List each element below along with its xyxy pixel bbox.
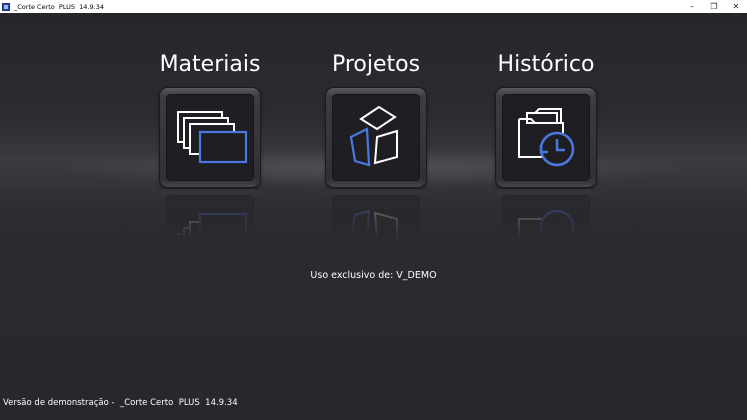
tile-title-projetos[interactable]: Projetos xyxy=(316,52,436,77)
materiais-button[interactable] xyxy=(160,88,260,187)
tile-title-materiais[interactable]: Materiais xyxy=(150,52,270,77)
app-icon xyxy=(2,2,10,11)
stacked-sheets-icon xyxy=(177,110,248,163)
minimize-button[interactable]: – xyxy=(681,0,703,13)
tile-title-historico[interactable]: Histórico xyxy=(486,52,606,77)
window-title: _Corte Certo PLUS 14.9.34 xyxy=(14,2,104,11)
materiais-reflection xyxy=(160,189,260,239)
projetos-icon-frame xyxy=(332,94,420,181)
materiais-icon-frame xyxy=(166,94,254,181)
historico-icon-frame xyxy=(502,94,590,181)
historico-button[interactable] xyxy=(496,88,596,187)
window-controls: – ❐ ✕ xyxy=(681,0,747,13)
historico-reflection xyxy=(496,189,596,239)
version-footer: Versão de demonstração - _Corte Certo PL… xyxy=(3,398,238,408)
main-area: Materiais Projetos Histórico Uso exclusi… xyxy=(0,13,747,420)
projetos-reflection xyxy=(326,189,426,239)
maximize-button[interactable]: ❐ xyxy=(703,0,725,13)
close-button[interactable]: ✕ xyxy=(725,0,747,13)
tile-materiais[interactable]: Materiais xyxy=(150,13,270,263)
tile-historico[interactable]: Histórico xyxy=(486,13,606,263)
exclusive-use-label: Uso exclusivo de: V_DEMO xyxy=(310,270,437,281)
cube-parts-icon xyxy=(349,105,398,166)
folder-history-icon xyxy=(518,107,575,166)
tile-projetos[interactable]: Projetos xyxy=(316,13,436,263)
projetos-button[interactable] xyxy=(326,88,426,187)
window-titlebar: _Corte Certo PLUS 14.9.34 – ❐ ✕ xyxy=(0,0,747,13)
